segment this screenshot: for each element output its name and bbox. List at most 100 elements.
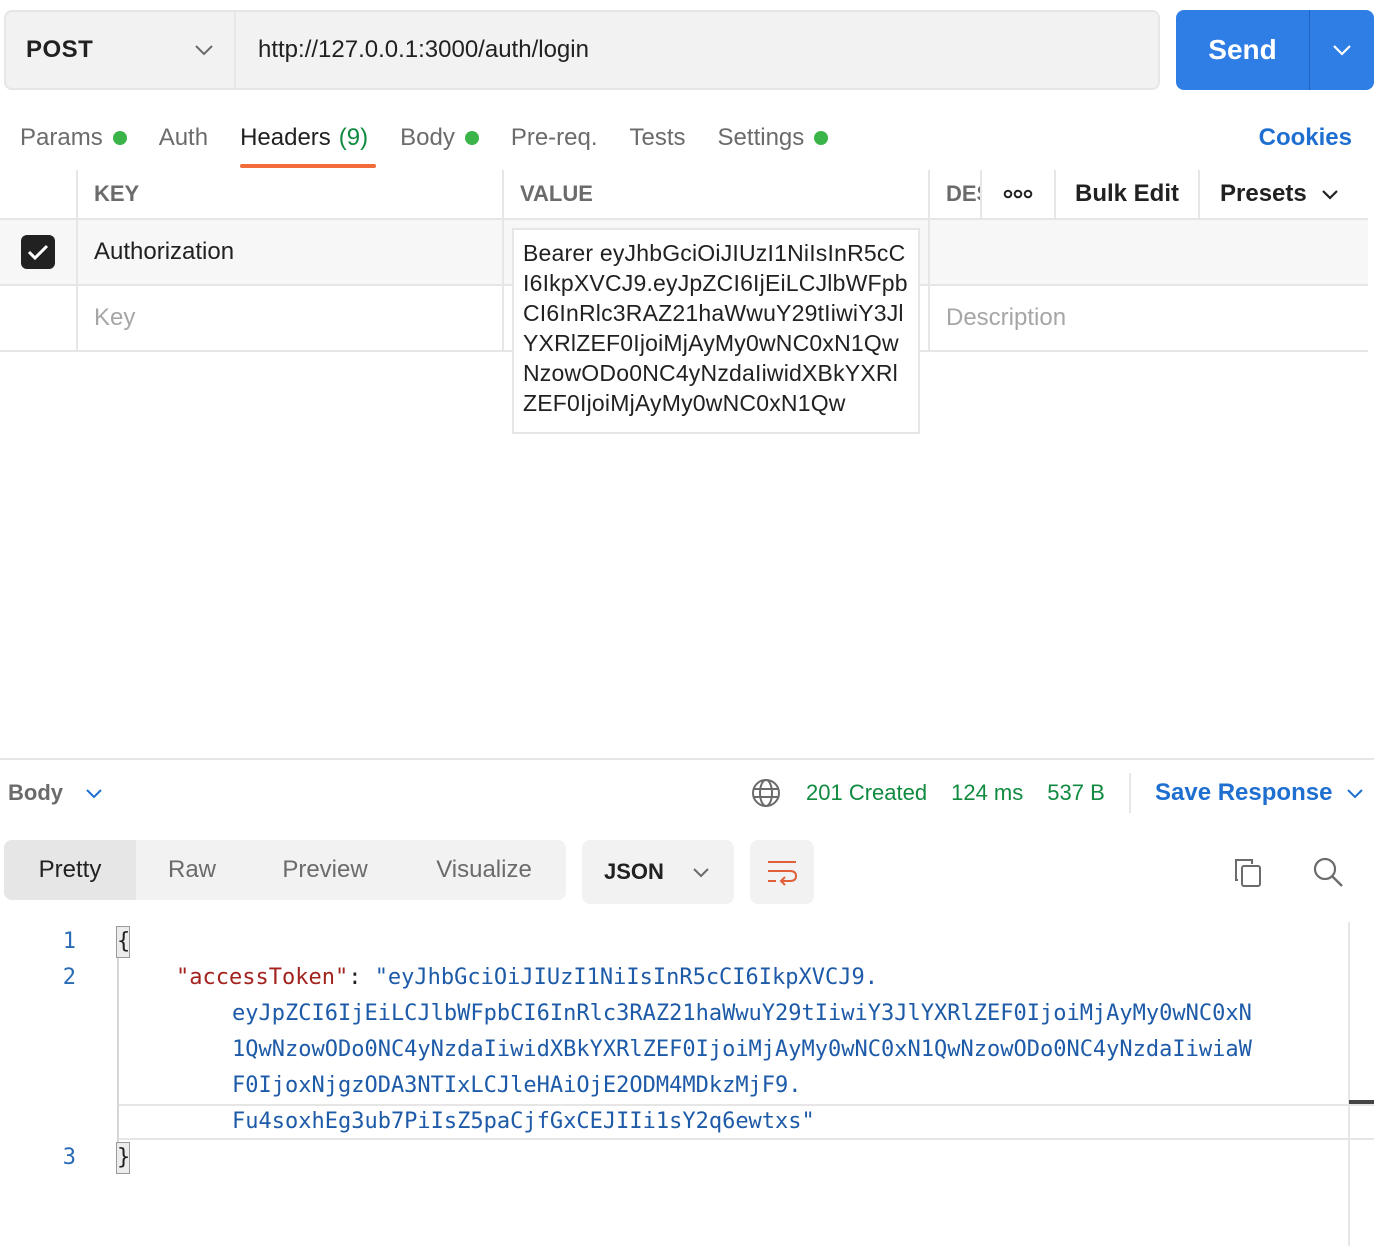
response-size[interactable]: 537 B bbox=[1047, 780, 1105, 806]
header-value-editor[interactable]: Bearer eyJhbGciOiJIUzI1NiIsInR5cCI6IkpXV… bbox=[512, 228, 920, 434]
more-horizontal-icon bbox=[1003, 189, 1033, 199]
method-label: POST bbox=[26, 36, 94, 63]
save-response-button[interactable]: Save Response bbox=[1155, 779, 1364, 807]
search-icon bbox=[1313, 857, 1343, 887]
tab-headers[interactable]: Headers (9) bbox=[240, 112, 377, 168]
tab-headers-label: Headers bbox=[240, 124, 331, 151]
response-meta: 201 Created 124 ms 537 B bbox=[750, 773, 1149, 813]
json-line: "accessToken": "eyJhbGciOiJIUzI1NiIsInR5… bbox=[176, 960, 878, 996]
send-options-button[interactable] bbox=[1310, 10, 1374, 90]
headers-table-header: KEY VALUE DESCRIPTION Bulk Edit Presets bbox=[0, 170, 1368, 220]
scrollbar-thumb[interactable] bbox=[1349, 1100, 1374, 1104]
row-check-cell bbox=[0, 220, 78, 284]
wrap-lines-button[interactable] bbox=[750, 840, 814, 904]
row-key-cell[interactable]: Authorization bbox=[78, 220, 504, 284]
tab-params-indicator bbox=[112, 131, 127, 145]
tab-body-indicator bbox=[464, 131, 479, 145]
tab-settings[interactable]: Settings bbox=[718, 112, 829, 164]
response-body-label: Body bbox=[8, 780, 63, 805]
json-value-part: "eyJhbGciOiJIUzI1NiIsInR5cCI6IkpXVCJ9. bbox=[374, 965, 879, 990]
tab-auth-label: Auth bbox=[158, 124, 209, 151]
tab-tests-label: Tests bbox=[629, 124, 686, 151]
save-response-label: Save Response bbox=[1155, 779, 1333, 806]
send-button[interactable]: Send bbox=[1176, 10, 1310, 90]
tab-headers-count: (9) bbox=[338, 124, 369, 151]
response-code-view[interactable]: 1 2 3 { } "accessToken": "eyJhbGciOiJIUz… bbox=[0, 922, 1374, 1246]
fold-guide bbox=[117, 926, 119, 1174]
close-brace[interactable]: } bbox=[116, 1142, 130, 1174]
key-column-header: KEY bbox=[78, 170, 504, 218]
format-select[interactable]: JSON bbox=[582, 840, 734, 904]
method-select[interactable]: POST bbox=[6, 12, 236, 88]
chevron-down-icon bbox=[1347, 788, 1364, 798]
cookies-link[interactable]: Cookies bbox=[1259, 124, 1352, 152]
description-placeholder: Description bbox=[946, 304, 1067, 331]
line-number: 3 bbox=[62, 1145, 76, 1170]
response-bar: Body 201 Created 124 ms 537 B Save Respo… bbox=[0, 768, 1374, 818]
wrap-lines-icon bbox=[768, 861, 798, 886]
chevron-down-icon bbox=[1321, 189, 1338, 200]
copy-button[interactable] bbox=[1228, 852, 1268, 892]
presets-dropdown[interactable]: Presets bbox=[1200, 170, 1368, 218]
tab-prereq[interactable]: Pre-req. bbox=[511, 112, 598, 164]
tab-settings-indicator bbox=[814, 131, 829, 145]
tab-body-label: Body bbox=[400, 124, 455, 151]
check-icon bbox=[27, 244, 49, 261]
chevron-down-icon bbox=[1333, 45, 1351, 56]
empty-check-cell bbox=[0, 286, 78, 350]
request-tabs: Params Auth Headers (9) Body Pre-req. Te… bbox=[20, 112, 860, 170]
tab-body[interactable]: Body bbox=[400, 112, 479, 164]
format-label: JSON bbox=[604, 859, 664, 884]
json-value-part: 1QwNzowODo0NC4yNzdaIiwidXBkYXRlZEF0IjoiM… bbox=[232, 1037, 1252, 1062]
send-button-group: Send bbox=[1176, 10, 1374, 90]
view-tab-raw[interactable]: Raw bbox=[136, 840, 248, 900]
tab-settings-label: Settings bbox=[717, 124, 805, 151]
json-value-part: eyJpZCI6IjEiLCJlbWFpbCI6InRlc3RAZ21haWwu… bbox=[232, 1001, 1252, 1026]
json-key: "accessToken" bbox=[176, 965, 349, 990]
description-column-label: DESCRIPTION bbox=[946, 181, 980, 206]
value-column-label: VALUE bbox=[520, 181, 593, 206]
more-options-button[interactable] bbox=[982, 170, 1056, 218]
chevron-down-icon bbox=[86, 788, 102, 798]
response-time[interactable]: 124 ms bbox=[951, 780, 1023, 806]
chevron-down-icon bbox=[195, 45, 213, 56]
status-badge[interactable]: 201 Created bbox=[806, 780, 927, 806]
key-placeholder: Key bbox=[94, 304, 136, 331]
bulk-edit-button[interactable]: Bulk Edit bbox=[1056, 170, 1200, 218]
description-column-header: DESCRIPTION bbox=[930, 170, 982, 218]
new-description-cell[interactable]: Description bbox=[930, 286, 1368, 350]
response-body-dropdown[interactable]: Body bbox=[8, 780, 103, 806]
search-button[interactable] bbox=[1308, 852, 1348, 892]
request-bar: POST bbox=[4, 10, 1160, 90]
row-key-text: Authorization bbox=[94, 238, 235, 265]
tab-tests[interactable]: Tests bbox=[630, 112, 686, 164]
tab-prereq-label: Pre-req. bbox=[510, 124, 598, 151]
response-view-tabs: Pretty Raw Preview Visualize bbox=[4, 840, 566, 900]
json-colon: : bbox=[348, 965, 375, 990]
url-input[interactable] bbox=[236, 12, 1158, 88]
row-description-cell[interactable] bbox=[930, 220, 1368, 284]
view-tab-preview[interactable]: Preview bbox=[248, 840, 402, 900]
json-value-part: Fu4soxhEg3ub7PiIsZ5paCjfGxCEJIIi1sY2q6ew… bbox=[232, 1109, 815, 1134]
line-number: 2 bbox=[62, 965, 76, 990]
key-column-label: KEY bbox=[94, 181, 140, 206]
tab-params-label: Params bbox=[20, 124, 103, 151]
globe-icon[interactable] bbox=[750, 777, 782, 809]
line-number: 1 bbox=[62, 929, 76, 954]
tab-auth[interactable]: Auth bbox=[159, 112, 208, 164]
chevron-down-icon bbox=[693, 867, 709, 877]
presets-label: Presets bbox=[1220, 180, 1307, 207]
view-tab-visualize[interactable]: Visualize bbox=[402, 840, 566, 900]
copy-icon bbox=[1235, 859, 1261, 887]
json-value-part: F0IjoxNjgzODA3NTIxLCJleHAiOjE2ODM4MDkzMj… bbox=[232, 1073, 802, 1098]
open-brace[interactable]: { bbox=[116, 926, 130, 958]
tab-params[interactable]: Params bbox=[20, 112, 127, 164]
view-tab-pretty[interactable]: Pretty bbox=[4, 840, 136, 900]
meta-separator bbox=[1128, 773, 1131, 813]
new-key-cell[interactable]: Key bbox=[78, 286, 504, 350]
value-column-header: VALUE bbox=[504, 170, 930, 218]
row-enabled-checkbox[interactable] bbox=[21, 235, 55, 269]
pane-divider[interactable] bbox=[0, 758, 1374, 760]
header-check-column bbox=[0, 170, 78, 218]
scrollbar-track[interactable] bbox=[1348, 922, 1350, 1246]
